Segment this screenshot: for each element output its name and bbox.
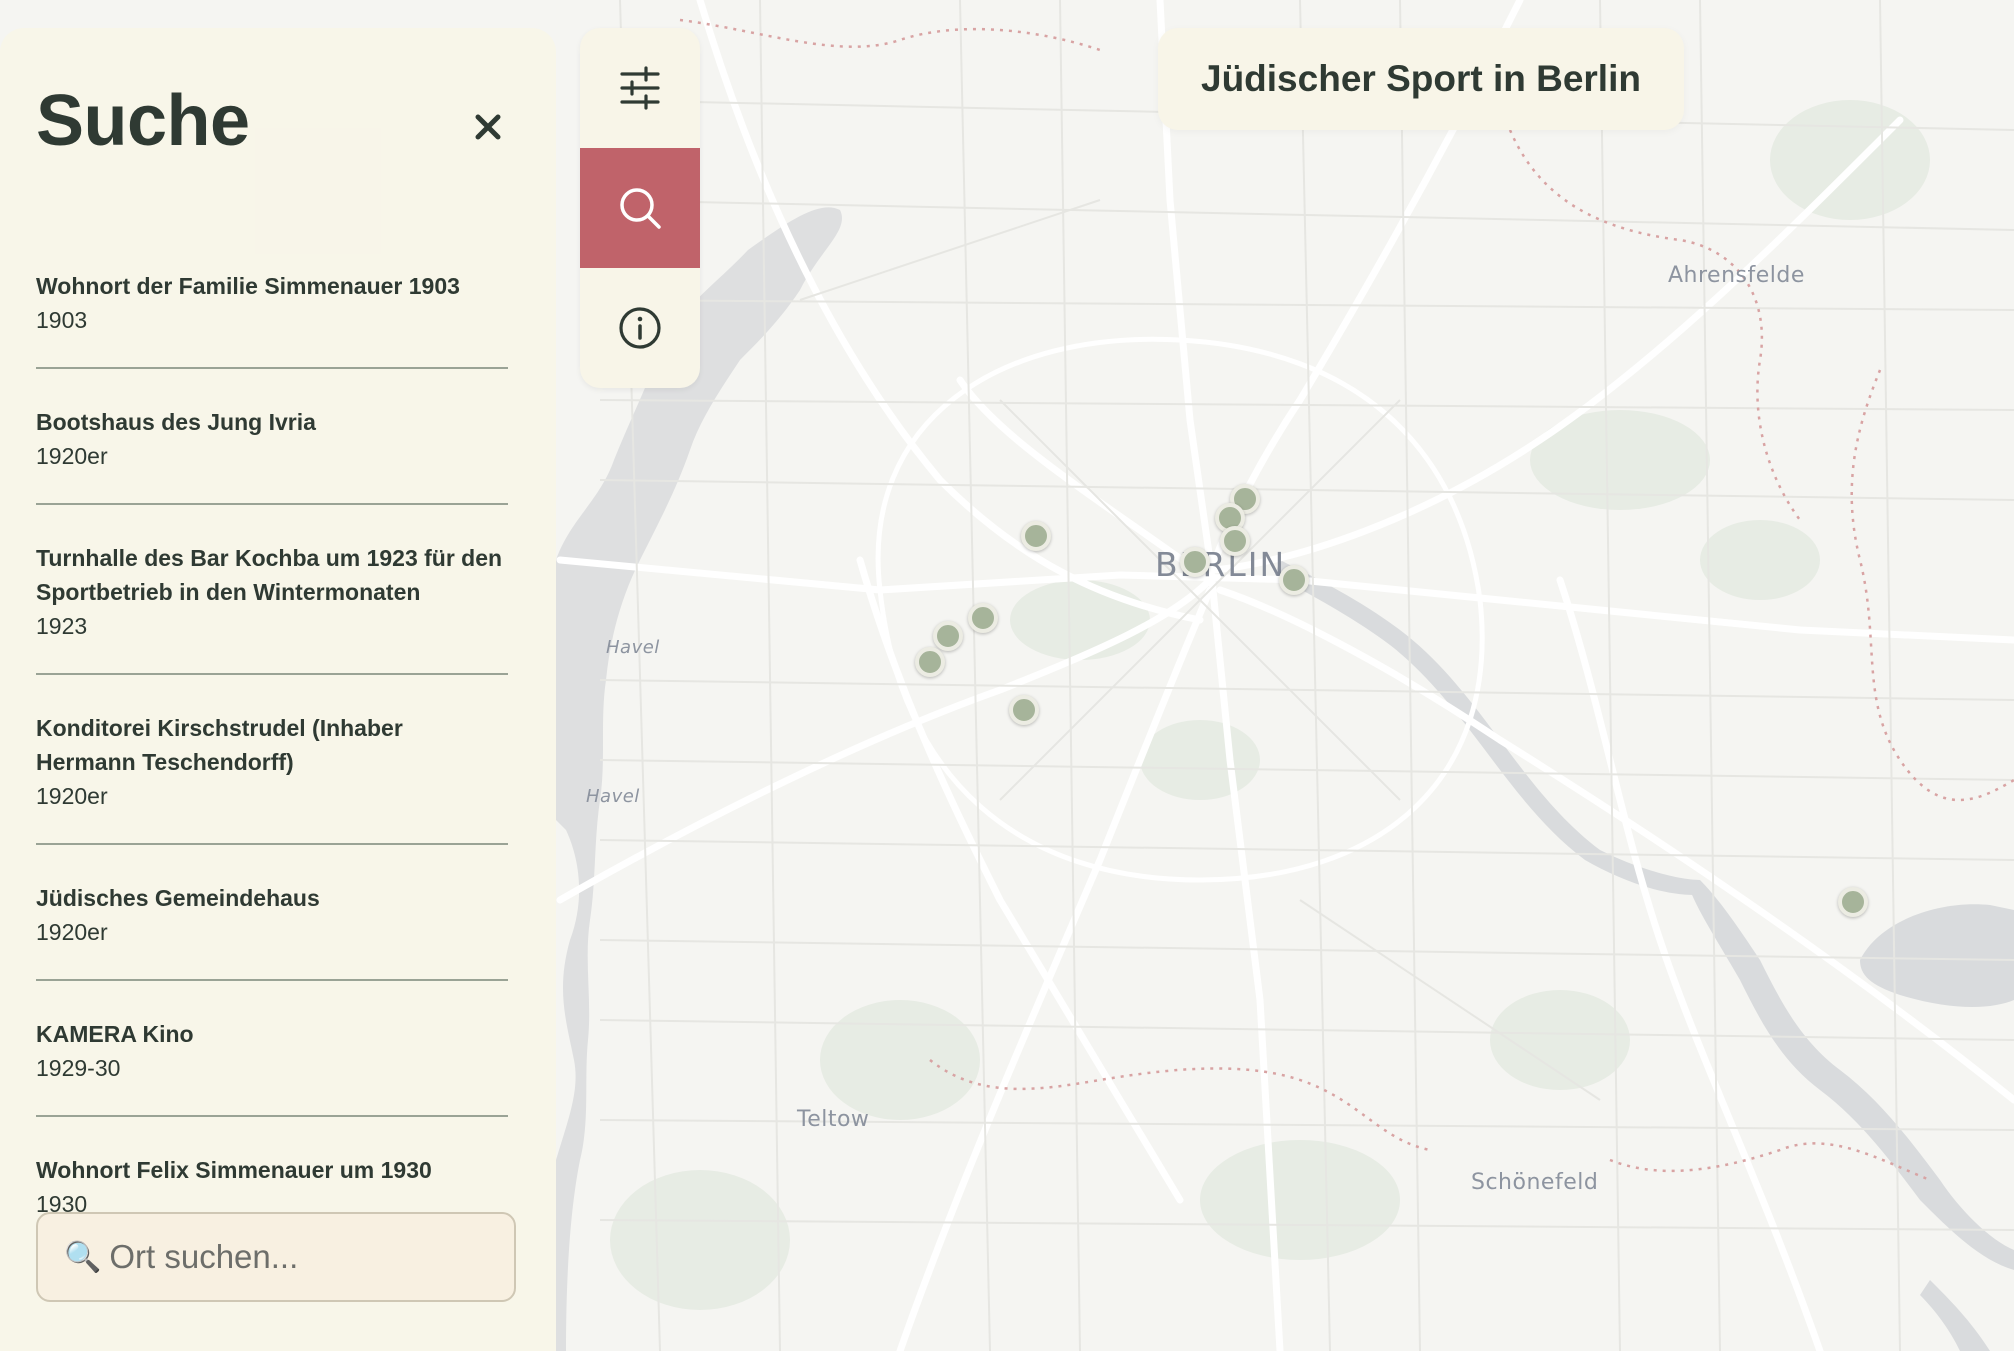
search-box[interactable]: 🔍: [36, 1212, 516, 1302]
map-marker[interactable]: [933, 621, 963, 651]
map-marker[interactable]: [1180, 547, 1210, 577]
result-title: KAMERA Kino: [36, 1021, 194, 1047]
result-date: 1920er: [36, 443, 108, 469]
sidebar-title: Suche: [36, 81, 250, 161]
result-title: Turnhalle des Bar Kochba um 1923 für den…: [36, 545, 503, 605]
result-title: Konditorei Kirschstrudel (Inhaber Herman…: [36, 715, 403, 775]
place-label-ahrensfelde: Ahrensfelde: [1668, 263, 1805, 288]
result-date: 1923: [36, 613, 88, 639]
app-title: Jüdischer Sport in Berlin: [1201, 58, 1641, 99]
place-label-teltow: Teltow: [797, 1107, 870, 1132]
close-button[interactable]: [464, 103, 512, 151]
search-results-list: Wohnort der Familie Simmenauer 1903 1903…: [36, 256, 508, 1253]
map-marker[interactable]: [915, 647, 945, 677]
search-result-item[interactable]: Konditorei Kirschstrudel (Inhaber Herman…: [36, 675, 508, 845]
search-icon: [620, 188, 661, 229]
map-marker[interactable]: [1279, 565, 1309, 595]
map-marker[interactable]: [1838, 887, 1868, 917]
search-button[interactable]: [580, 148, 700, 268]
map-marker[interactable]: [1021, 521, 1051, 551]
map-marker[interactable]: [1220, 526, 1250, 556]
place-label-havel: Havel: [586, 786, 640, 807]
map-marker[interactable]: [968, 603, 998, 633]
magnifier-icon: 🔍: [64, 1240, 102, 1274]
result-title: Wohnort Felix Simmenauer um 1930: [36, 1157, 432, 1183]
result-date: 1920er: [36, 783, 108, 809]
map-toolbar: [580, 28, 700, 388]
result-date: 1903: [36, 307, 88, 333]
map-marker[interactable]: [1009, 695, 1039, 725]
result-date: 1929-30: [36, 1055, 121, 1081]
search-result-item[interactable]: Jüdisches Gemeindehaus 1920er: [36, 845, 508, 981]
result-title: Wohnort der Familie Simmenauer 1903: [36, 273, 460, 299]
place-label-havel: Havel: [606, 637, 660, 658]
info-icon: [619, 307, 661, 349]
sliders-icon: [620, 66, 660, 110]
info-button[interactable]: [580, 268, 700, 388]
search-result-item[interactable]: Bootshaus des Jung Ivria 1920er: [36, 369, 508, 505]
search-result-item[interactable]: Turnhalle des Bar Kochba um 1923 für den…: [36, 505, 508, 675]
result-title: Jüdisches Gemeindehaus: [36, 885, 320, 911]
result-date: 1920er: [36, 919, 108, 945]
result-title: Bootshaus des Jung Ivria: [36, 409, 316, 435]
search-result-item[interactable]: KAMERA Kino 1929-30: [36, 981, 508, 1117]
place-label-schoenefeld: Schönefeld: [1471, 1170, 1599, 1195]
search-input[interactable]: [109, 1238, 490, 1276]
place-label-berlin: BERLIN: [1155, 545, 1287, 584]
close-icon: [475, 114, 501, 140]
filter-button[interactable]: [580, 28, 700, 148]
search-sidebar: Suche Wohnort der Familie Simmenauer 190…: [0, 28, 556, 1351]
app-title-box: Jüdischer Sport in Berlin: [1158, 28, 1684, 130]
search-result-item[interactable]: Wohnort der Familie Simmenauer 1903 1903: [36, 256, 508, 369]
